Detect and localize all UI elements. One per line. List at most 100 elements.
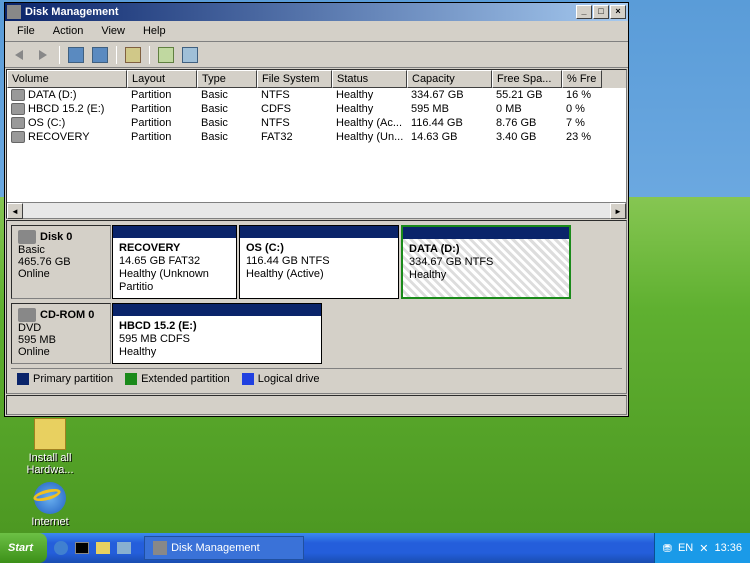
refresh-button[interactable]: [156, 45, 176, 65]
cell: 8.76 GB: [492, 117, 562, 129]
cell: HBCD 15.2 (E:): [7, 103, 127, 115]
volume-icon: [11, 89, 25, 101]
volume-icon: [11, 103, 25, 115]
column-header[interactable]: Free Spa...: [492, 70, 562, 88]
cell: Basic: [197, 131, 257, 143]
window-title: Disk Management: [25, 6, 119, 18]
cell: NTFS: [257, 89, 332, 101]
disk-label[interactable]: CD-ROM 0DVD595 MBOnline: [11, 303, 111, 364]
partition-header: [113, 226, 236, 238]
disk-label[interactable]: Disk 0Basic465.76 GBOnline: [11, 225, 111, 299]
ql-ie-icon[interactable]: [51, 537, 71, 559]
cell: CDFS: [257, 103, 332, 115]
cell: 7 %: [562, 117, 602, 129]
cell: Partition: [127, 131, 197, 143]
back-button[interactable]: [9, 45, 29, 65]
quick-launch: [51, 537, 134, 559]
cell: 14.63 GB: [407, 131, 492, 143]
graphical-view: Disk 0Basic465.76 GBOnlineRECOVERY14.65 …: [6, 220, 627, 394]
ql-desktop-icon[interactable]: [114, 537, 134, 559]
cell: Healthy (Ac...: [332, 117, 407, 129]
volume-icon: [11, 131, 25, 143]
disk-icon: [18, 308, 36, 322]
taskbar: Start Disk Management ⛃ EN ✕ 13:36: [0, 533, 750, 563]
column-header[interactable]: File System: [257, 70, 332, 88]
disk-row: Disk 0Basic465.76 GBOnlineRECOVERY14.65 …: [11, 225, 622, 299]
forward-button[interactable]: [33, 45, 53, 65]
tray-icon[interactable]: ✕: [699, 542, 708, 555]
language-indicator[interactable]: EN: [678, 542, 693, 554]
partition[interactable]: HBCD 15.2 (E:)595 MB CDFSHealthy: [112, 303, 322, 364]
cell: 0 MB: [492, 103, 562, 115]
partition[interactable]: OS (C:)116.44 GB NTFSHealthy (Active): [239, 225, 399, 299]
ie-icon: [34, 482, 66, 514]
desktop-icon-install[interactable]: Install all Hardwa...: [20, 418, 80, 476]
scroll-right-button[interactable]: ►: [610, 203, 626, 219]
titlebar[interactable]: Disk Management _ □ ×: [5, 3, 628, 21]
toolbar-icon-1[interactable]: [66, 45, 86, 65]
cell: 116.44 GB: [407, 117, 492, 129]
menubar: File Action View Help: [5, 21, 628, 42]
legend: Primary partitionExtended partitionLogic…: [11, 368, 622, 389]
cell: RECOVERY: [7, 131, 127, 143]
desktop: Install all Hardwa... Internet: [20, 418, 80, 534]
cell: Partition: [127, 103, 197, 115]
toolbar-icon-3[interactable]: [123, 45, 143, 65]
cell: 23 %: [562, 131, 602, 143]
column-header[interactable]: Status: [332, 70, 407, 88]
cell: 3.40 GB: [492, 131, 562, 143]
menu-help[interactable]: Help: [135, 23, 174, 39]
partition[interactable]: DATA (D:)334.67 GB NTFSHealthy: [401, 225, 571, 299]
legend-swatch: [125, 373, 137, 385]
menu-view[interactable]: View: [93, 23, 133, 39]
toolbar-icon-2[interactable]: [90, 45, 110, 65]
volume-icon: [11, 117, 25, 129]
cell: NTFS: [257, 117, 332, 129]
column-header[interactable]: Type: [197, 70, 257, 88]
partition-header: [240, 226, 398, 238]
system-tray[interactable]: ⛃ EN ✕ 13:36: [654, 533, 750, 563]
toolbar-icon-5[interactable]: [180, 45, 200, 65]
status-bar: [6, 395, 627, 415]
folder-icon: [34, 418, 66, 450]
volume-list[interactable]: VolumeLayoutTypeFile SystemStatusCapacit…: [6, 69, 627, 219]
scroll-left-button[interactable]: ◄: [7, 203, 23, 219]
cell: Basic: [197, 103, 257, 115]
cell: 334.67 GB: [407, 89, 492, 101]
volume-row[interactable]: HBCD 15.2 (E:)PartitionBasicCDFSHealthy5…: [7, 102, 626, 116]
clock: 13:36: [714, 542, 742, 554]
legend-item: Extended partition: [125, 373, 230, 385]
cell: Healthy: [332, 103, 407, 115]
minimize-button[interactable]: _: [576, 5, 592, 19]
cell: OS (C:): [7, 117, 127, 129]
disk-row: CD-ROM 0DVD595 MBOnlineHBCD 15.2 (E:)595…: [11, 303, 622, 364]
cell: Healthy: [332, 89, 407, 101]
close-button[interactable]: ×: [610, 5, 626, 19]
cell: 16 %: [562, 89, 602, 101]
maximize-button[interactable]: □: [593, 5, 609, 19]
cell: Healthy (Un...: [332, 131, 407, 143]
column-header[interactable]: % Fre: [562, 70, 602, 88]
ql-cmd-icon[interactable]: [72, 537, 92, 559]
menu-action[interactable]: Action: [45, 23, 92, 39]
horizontal-scrollbar[interactable]: ◄ ►: [7, 202, 626, 218]
legend-swatch: [17, 373, 29, 385]
disk-icon: [18, 230, 36, 244]
ql-explorer-icon[interactable]: [93, 537, 113, 559]
column-header[interactable]: Capacity: [407, 70, 492, 88]
tray-drive-icon[interactable]: ⛃: [663, 542, 672, 555]
start-button[interactable]: Start: [0, 533, 47, 563]
taskbar-item-disk-management[interactable]: Disk Management: [144, 536, 304, 560]
volume-row[interactable]: OS (C:)PartitionBasicNTFSHealthy (Ac...1…: [7, 116, 626, 130]
scroll-track[interactable]: [23, 203, 610, 218]
volume-row[interactable]: DATA (D:)PartitionBasicNTFSHealthy334.67…: [7, 88, 626, 102]
desktop-icon-internet[interactable]: Internet: [20, 482, 80, 528]
partition[interactable]: RECOVERY14.65 GB FAT32Healthy (Unknown P…: [112, 225, 237, 299]
volume-row[interactable]: RECOVERYPartitionBasicFAT32Healthy (Un..…: [7, 130, 626, 144]
column-header[interactable]: Layout: [127, 70, 197, 88]
legend-swatch: [242, 373, 254, 385]
column-header[interactable]: Volume: [7, 70, 127, 88]
menu-file[interactable]: File: [9, 23, 43, 39]
disk-management-window: Disk Management _ □ × File Action View H…: [4, 2, 629, 417]
legend-item: Primary partition: [17, 373, 113, 385]
